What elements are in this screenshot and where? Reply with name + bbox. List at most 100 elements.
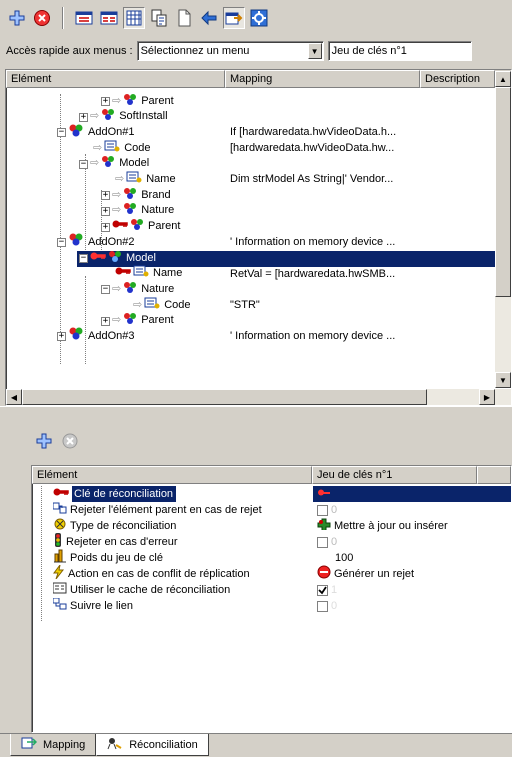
add-icon[interactable] [6,7,28,29]
grid-header: Elément Jeu de clés n°1 [32,466,511,484]
chevron-down-icon[interactable]: ▼ [307,43,322,59]
checkbox[interactable] [317,600,328,612]
collapse-icon[interactable]: − [79,253,88,263]
keyset-field[interactable]: Jeu de clés n°1 [327,41,472,61]
scroll-thumb[interactable] [495,87,511,297]
link-icon: ⇨ [90,157,100,170]
tree-row[interactable]: − AddOn#2 ' Information on memory device… [7,233,496,252]
link-icon: ⇨ [112,282,122,295]
collapse-icon[interactable]: − [101,285,110,295]
object-icon [123,281,137,299]
tree-row-mapping: RetVal = [hardwaredata.hwSMB... [230,267,396,280]
expand-icon[interactable]: + [101,222,110,232]
expand-icon[interactable]: + [101,316,110,326]
tree-row[interactable]: + ⇨ Brand [7,187,496,204]
tree-row-label: Nature [141,282,175,295]
grid-row[interactable]: Action en cas de conflit de réplication … [33,564,511,584]
object-icon [123,93,137,111]
grid-row[interactable]: Rejeter en cas d'erreur 0 [33,532,511,550]
tab-mapping[interactable]: Mapping [10,734,97,756]
object-icon [68,233,84,252]
tree-row[interactable]: − AddOn#1 If [hardwaredata.hwVideoData.h… [7,124,496,141]
tree-row-label: Brand [141,188,171,201]
menu-select[interactable]: Sélectionnez un menu ▼ [136,41,324,61]
tree-row[interactable]: ⇨ Code "STR" [7,297,496,315]
checkbox-checked[interactable] [317,584,328,596]
delete-icon[interactable] [31,7,53,29]
tab-reconciliation[interactable]: Réconciliation [96,734,209,756]
tree-row-label: AddOn#1 [88,126,135,139]
export-icon[interactable] [223,7,245,29]
settings-icon[interactable] [248,7,270,29]
tree-vertical-scrollbar[interactable]: ▲ ▼ [495,71,511,388]
collapse-icon[interactable]: − [57,238,66,248]
tree-row[interactable]: + ⇨ Parent [7,93,496,111]
tree-row[interactable]: ⇨ Code [hardwaredata.hwVideoData.hw... [7,140,496,157]
expand-icon[interactable]: + [101,97,110,106]
grid-row[interactable]: Type de réconciliation Mettre à jour ou … [33,518,511,534]
tree-row[interactable]: + ⇨ Nature [7,203,496,220]
reject-icon [317,565,331,584]
tree-row[interactable]: + AddOn#3 ' Information on memory device… [7,327,496,345]
tree-row-label: AddOn#2 [88,235,135,248]
arrow-icon[interactable] [198,7,220,29]
key-icon [115,266,131,282]
expand-icon[interactable]: + [79,112,88,122]
tree-row-label: Name [153,267,183,280]
mapping-tree-panel: Elément Mapping Description + ⇨ Parent +… [5,69,512,406]
cache-icon [52,582,67,599]
tree-row-label: Code [164,298,191,311]
scroll-left-icon[interactable]: ◀ [6,389,22,405]
grid-row-label: Clé de réconciliation [72,486,177,502]
collapse-icon[interactable]: − [57,128,66,138]
tree-row[interactable]: − ⇨ Model [7,155,496,173]
expand-icon[interactable]: + [101,206,110,216]
checkbox[interactable] [317,536,328,548]
tree-body: + ⇨ Parent + ⇨ SoftInstall − AddOn#1 If … [7,93,496,390]
link-icon: ⇨ [115,173,125,186]
column-keyset[interactable]: Jeu de clés n°1 [312,466,477,484]
column-description[interactable]: Description [420,70,495,88]
grid-row[interactable]: Utiliser le cache de réconciliation 1 [33,582,511,598]
tree-row[interactable]: ⇨ Name Dim strModel As String|' Vendor..… [7,171,496,188]
new-page-icon[interactable] [173,7,195,29]
view-list-icon[interactable] [73,7,95,29]
grid-row[interactable]: Poids du jeu de clé 100 [33,549,511,566]
grid-row-value-text: 0 [331,504,338,516]
grid-icon[interactable] [123,7,145,29]
quick-access-bar: Accès rapide aux menus : Sélectionnez un… [6,40,506,62]
column-extra[interactable] [477,466,511,484]
tree-row-mapping: Dim strModel As String|' Vendor... [230,173,394,186]
tree-row-label: Parent [148,220,181,233]
tree-horizontal-scrollbar[interactable]: ◀ ▶ [6,389,511,405]
add-icon[interactable] [33,430,55,452]
key-icon [90,251,106,267]
link-icon: ⇨ [93,141,103,154]
checkbox[interactable] [317,504,328,516]
panel-splitter[interactable] [0,406,512,420]
collapse-icon[interactable]: − [79,159,88,169]
tree-row[interactable]: Name RetVal = [hardwaredata.hwSMB... [7,265,496,283]
tree-row-selected[interactable]: − Model [77,250,496,267]
scroll-thumb[interactable] [22,389,427,405]
column-mapping[interactable]: Mapping [225,70,420,88]
column-element[interactable]: Elément [6,70,225,88]
column-element[interactable]: Elément [32,466,312,484]
grid-row-value[interactable] [313,486,511,502]
view-detail-icon[interactable] [98,7,120,29]
tree-row[interactable]: − ⇨ Nature [7,281,496,299]
scroll-right-icon[interactable]: ▶ [479,389,495,405]
object-icon [101,155,115,173]
scroll-down-icon[interactable]: ▼ [495,372,511,388]
grid-row-selected[interactable]: Clé de réconciliation [33,486,511,502]
object-icon [101,108,115,126]
link-icon: ⇨ [133,298,143,311]
scroll-up-icon[interactable]: ▲ [495,71,511,87]
grid-row[interactable]: Suivre le lien 0 [33,597,511,614]
field-icon [144,297,160,315]
expand-icon[interactable]: + [57,332,66,342]
expand-icon[interactable]: + [101,191,110,201]
copy-icon[interactable] [148,7,170,29]
tab-label: Réconciliation [129,738,198,751]
grid-row[interactable]: Rejeter l'élément parent en cas de rejet… [33,502,511,518]
